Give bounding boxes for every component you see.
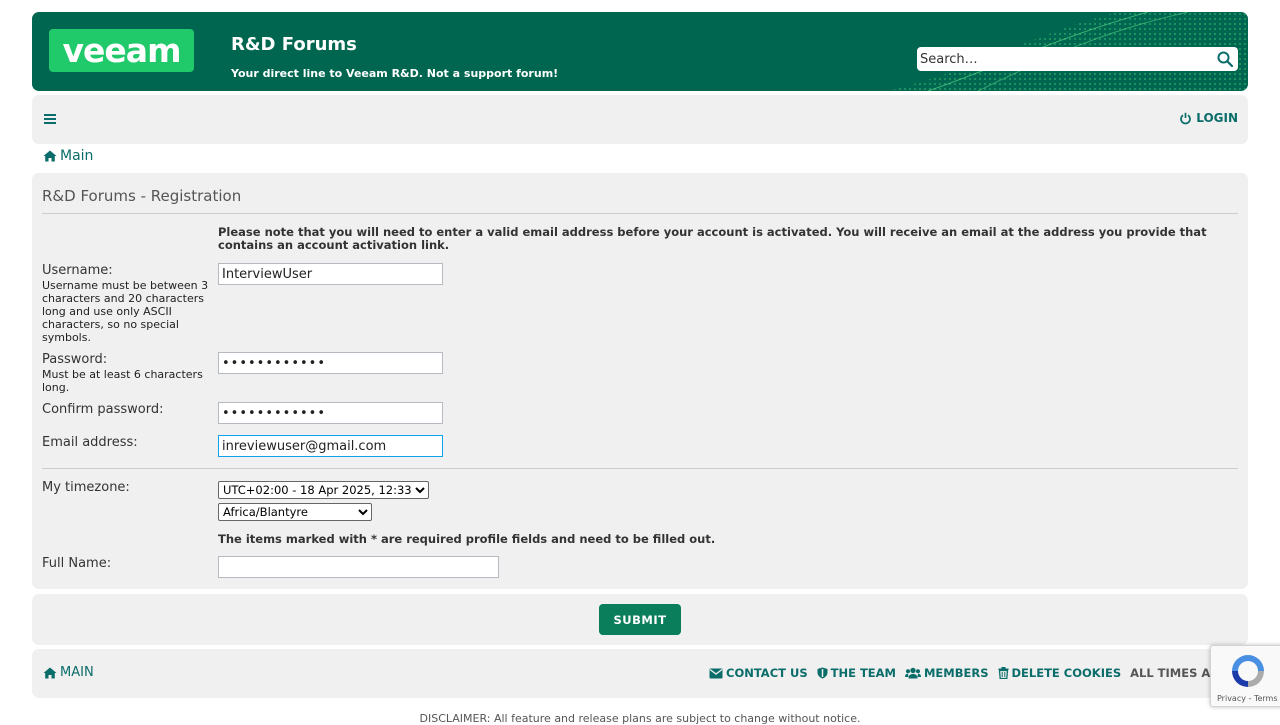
home-icon bbox=[43, 667, 57, 678]
submit-button[interactable]: SUBMIT bbox=[599, 604, 681, 635]
site-header: veeam R&D Forums Your direct line to Vee… bbox=[32, 12, 1248, 91]
divider bbox=[42, 468, 1238, 469]
registration-panel: R&D Forums - Registration Please note th… bbox=[32, 173, 1248, 589]
submit-panel: SUBMIT bbox=[32, 594, 1248, 645]
hamburger-icon[interactable] bbox=[44, 113, 56, 125]
username-label: Username: bbox=[42, 263, 113, 278]
required-fields-note: The items marked with * are required pro… bbox=[218, 532, 716, 546]
recaptcha-terms-link[interactable]: Terms bbox=[1254, 694, 1278, 703]
username-field[interactable] bbox=[218, 263, 443, 285]
members-label: MEMBERS bbox=[923, 666, 989, 680]
password-field[interactable] bbox=[218, 352, 443, 374]
recaptcha-icon bbox=[1232, 655, 1264, 687]
veeam-logo[interactable]: veeam bbox=[49, 29, 194, 72]
site-title: R&D Forums bbox=[231, 34, 357, 55]
breadcrumb[interactable]: Main bbox=[43, 148, 93, 164]
recaptcha-separator: - bbox=[1245, 694, 1254, 703]
full-name-label: Full Name: bbox=[42, 556, 112, 571]
members-link[interactable]: MEMBERS bbox=[904, 666, 989, 680]
power-icon bbox=[1180, 112, 1191, 124]
search-box bbox=[917, 47, 1238, 71]
home-icon bbox=[43, 150, 57, 162]
footer-main-link[interactable]: MAIN bbox=[43, 665, 94, 680]
timezone-zone-select[interactable]: Africa/Blantyre bbox=[218, 503, 372, 521]
recaptcha-privacy-link[interactable]: Privacy bbox=[1217, 694, 1246, 703]
delete-cookies-label: DELETE COOKIES bbox=[1011, 666, 1122, 680]
confirm-password-field[interactable] bbox=[218, 402, 443, 424]
page-title: R&D Forums - Registration bbox=[42, 187, 242, 205]
divider bbox=[42, 213, 1238, 214]
footer-main-label: MAIN bbox=[60, 665, 94, 680]
search-icon[interactable] bbox=[1216, 50, 1234, 68]
delete-cookies-link[interactable]: DELETE COOKIES bbox=[998, 666, 1122, 680]
navbar: LOGIN bbox=[32, 95, 1248, 144]
site-description: Your direct line to Veeam R&D. Not a sup… bbox=[231, 67, 559, 80]
trash-icon bbox=[998, 667, 1008, 679]
timezone-label: My timezone: bbox=[42, 480, 130, 495]
contact-us-link[interactable]: CONTACT US bbox=[709, 666, 808, 680]
email-label: Email address: bbox=[42, 435, 138, 450]
username-explain: Username must be between 3 characters an… bbox=[42, 279, 209, 344]
email-field[interactable] bbox=[218, 435, 443, 457]
footer-links: CONTACT US THE TEAM MEMBERS DELETE COOKI… bbox=[709, 666, 1236, 680]
full-name-field[interactable] bbox=[218, 556, 499, 578]
login-link[interactable]: LOGIN bbox=[1179, 111, 1238, 125]
password-explain: Must be at least 6 characters long. bbox=[42, 368, 203, 394]
contact-us-label: CONTACT US bbox=[726, 666, 808, 680]
users-icon bbox=[904, 667, 921, 679]
breadcrumb-home-label: Main bbox=[60, 148, 94, 164]
recaptcha-badge[interactable]: Privacy - Terms bbox=[1210, 645, 1280, 707]
password-label: Password: bbox=[42, 352, 108, 367]
confirm-password-label: Confirm password: bbox=[42, 402, 164, 417]
the-team-link[interactable]: THE TEAM bbox=[817, 666, 896, 680]
login-label: LOGIN bbox=[1196, 111, 1238, 125]
footer-navbar: MAIN CONTACT US THE TEAM MEMBERS DELETE … bbox=[32, 649, 1248, 698]
activation-note: Please note that you will need to enter … bbox=[218, 225, 1207, 252]
the-team-label: THE TEAM bbox=[830, 666, 896, 680]
timezone-offset-select[interactable]: UTC+02:00 - 18 Apr 2025, 12:33 bbox=[218, 481, 429, 499]
disclaimer: DISCLAIMER: All feature and release plan… bbox=[419, 712, 861, 725]
envelope-icon bbox=[709, 668, 723, 678]
search-input[interactable] bbox=[917, 48, 1207, 70]
shield-icon bbox=[817, 667, 828, 679]
recaptcha-links: Privacy - Terms bbox=[1217, 694, 1278, 703]
logo-text: veeam bbox=[62, 31, 182, 70]
